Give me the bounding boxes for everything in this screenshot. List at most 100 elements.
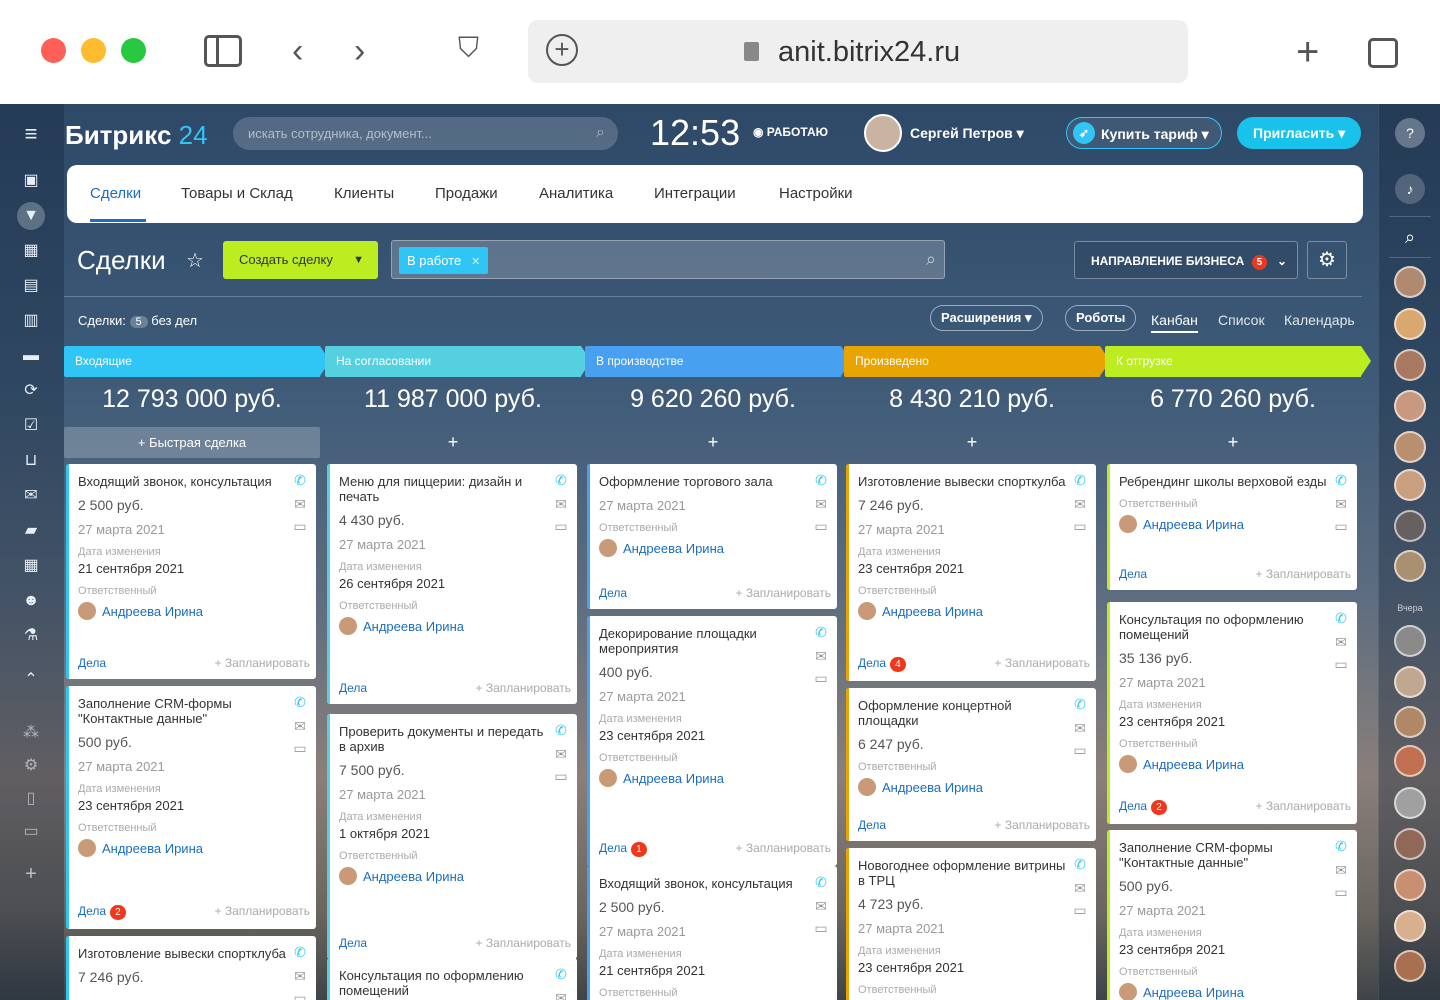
deal-title[interactable]: Входящий звонок, консультация xyxy=(599,876,809,891)
add-deal-button[interactable]: + xyxy=(844,427,1100,458)
app-logo[interactable]: Битрикс 24 xyxy=(65,120,208,151)
deal-title[interactable]: Проверить документы и передать в архив xyxy=(339,724,549,754)
sync-icon[interactable]: ⟳ xyxy=(17,377,45,405)
avatar[interactable] xyxy=(1394,787,1426,819)
responsible[interactable]: Андреева Ирина xyxy=(1119,515,1345,533)
mail-icon[interactable]: ✉ xyxy=(17,482,45,510)
deal-title[interactable]: Оформление торгового зала xyxy=(599,474,809,489)
phone-icon[interactable]: ✆ xyxy=(813,624,829,641)
robots-button[interactable]: Роботы xyxy=(1065,305,1137,331)
column-header[interactable]: Произведено xyxy=(844,346,1110,377)
phone-icon[interactable]: ✆ xyxy=(553,722,569,739)
phone-icon[interactable]: ✆ xyxy=(1333,610,1349,627)
chat-icon[interactable]: ▭ xyxy=(553,768,569,785)
plan-link[interactable]: + Запланировать xyxy=(1255,799,1351,813)
feed-icon[interactable]: ▣ xyxy=(17,167,45,195)
deals-link[interactable]: Дела xyxy=(339,681,367,695)
avatar[interactable] xyxy=(1394,869,1426,901)
chat-icon[interactable]: ▭ xyxy=(1072,518,1088,535)
crm-funnel-icon[interactable]: ▼ xyxy=(17,202,45,230)
tab-deals[interactable]: Сделки xyxy=(90,185,141,202)
plan-link[interactable]: + Запланировать xyxy=(994,656,1090,670)
mail-icon[interactable]: ✉ xyxy=(813,898,829,915)
avatar[interactable] xyxy=(1394,510,1426,542)
mail-icon[interactable]: ✉ xyxy=(1072,880,1088,897)
phone-icon[interactable]: ✆ xyxy=(292,472,308,489)
chat-icon[interactable]: ▭ xyxy=(1333,656,1349,673)
chat-icon[interactable]: ▭ xyxy=(1072,742,1088,759)
deal-title[interactable]: Новогоднее оформление витрины в ТРЦ xyxy=(858,858,1068,888)
deal-card[interactable]: Консультация по оформлению помещений 35 1… xyxy=(1107,602,1357,824)
deal-card[interactable]: Изготовление вывески спорткулба 7 246 руб… xyxy=(846,464,1096,681)
business-direction-button[interactable]: НАПРАВЛЕНИЕ БИЗНЕСА 5 ⌄ xyxy=(1074,241,1298,279)
mail-icon[interactable]: ✉ xyxy=(553,746,569,763)
deals-link[interactable]: Дела xyxy=(78,656,106,670)
sitemap-icon[interactable]: ⁂ xyxy=(17,719,45,747)
column-header[interactable]: Входящие xyxy=(64,346,330,377)
responsible[interactable]: Андреева Ирина xyxy=(599,769,825,787)
chat-icon[interactable]: ▰ xyxy=(17,517,45,545)
grid-icon[interactable]: ▦ xyxy=(17,237,45,265)
column-header[interactable]: На согласовании xyxy=(325,346,591,377)
search-icon[interactable]: ⌕ xyxy=(1395,222,1425,252)
add-deal-button[interactable]: + xyxy=(325,427,581,458)
inbox-icon[interactable]: ▬ xyxy=(17,342,45,370)
deal-title[interactable]: Консультация по оформлению помещений xyxy=(1119,612,1329,642)
deals-link[interactable]: Дела xyxy=(858,818,886,832)
chat-icon[interactable]: ▭ xyxy=(813,670,829,687)
deal-title[interactable]: Декорирование площадки мероприятия xyxy=(599,626,809,656)
avatar[interactable] xyxy=(1394,390,1426,422)
avatar[interactable] xyxy=(1394,666,1426,698)
add-deal-button[interactable]: + xyxy=(1105,427,1361,458)
deals-link[interactable]: Дела xyxy=(599,841,627,855)
tab-sales[interactable]: Продажи xyxy=(435,185,498,202)
avatar[interactable] xyxy=(1394,706,1426,738)
flask-icon[interactable]: ⚗ xyxy=(17,622,45,650)
plan-link[interactable]: + Запланировать xyxy=(475,936,571,950)
avatar[interactable] xyxy=(1394,910,1426,942)
avatar[interactable] xyxy=(1394,828,1426,860)
chat-icon[interactable]: ▭ xyxy=(292,740,308,757)
close-window-button[interactable] xyxy=(41,38,66,63)
tab-clients[interactable]: Клиенты xyxy=(334,185,394,202)
invite-button[interactable]: Пригласить ▾ xyxy=(1237,117,1362,149)
deal-card[interactable]: Входящий звонок, консультация 2 500 руб. 2… xyxy=(66,464,316,679)
phone-icon[interactable]: ✆ xyxy=(292,694,308,711)
mobile-icon[interactable]: ▯ xyxy=(17,785,45,813)
deal-title[interactable]: Ребрендинг школы верховой езды xyxy=(1119,474,1329,489)
chat-icon[interactable]: ▭ xyxy=(1072,902,1088,919)
phone-icon[interactable]: ✆ xyxy=(1072,856,1088,873)
create-deal-button[interactable]: Создать сделку ▼ xyxy=(223,241,378,279)
deal-card[interactable]: Заполнение CRM-формы "Контактные данные"… xyxy=(1107,830,1357,1000)
mail-icon[interactable]: ✉ xyxy=(1072,720,1088,737)
maximize-window-button[interactable] xyxy=(121,38,146,63)
responsible[interactable]: Андреева Ирина xyxy=(858,778,1084,796)
tab-integrations[interactable]: Интеграции xyxy=(654,185,736,202)
phone-icon[interactable]: ✆ xyxy=(1072,472,1088,489)
deals-link[interactable]: Дела xyxy=(599,586,627,600)
view-list[interactable]: Список xyxy=(1218,312,1265,328)
bell-icon[interactable]: ♪ xyxy=(1395,174,1425,204)
plan-link[interactable]: + Запланировать xyxy=(214,904,310,918)
mail-icon[interactable]: ✉ xyxy=(813,648,829,665)
forward-icon[interactable]: › xyxy=(354,34,365,68)
responsible[interactable]: Андреева Ирина xyxy=(858,602,1084,620)
mail-icon[interactable]: ✉ xyxy=(813,496,829,513)
collapse-icon[interactable]: ⌃ xyxy=(17,666,45,694)
chat-icon[interactable]: ▭ xyxy=(292,518,308,535)
phone-icon[interactable]: ✆ xyxy=(553,472,569,489)
plan-link[interactable]: + Запланировать xyxy=(1255,567,1351,581)
column-header[interactable]: К отгрузке xyxy=(1105,346,1371,377)
deal-card[interactable]: Новогоднее оформление витрины в ТРЦ 4 723… xyxy=(846,848,1096,1000)
star-icon[interactable]: ☆ xyxy=(186,248,204,273)
deal-card[interactable]: Декорирование площадки мероприятия 400 ру… xyxy=(587,616,837,866)
avatar[interactable] xyxy=(1394,550,1426,582)
back-icon[interactable]: ‹ xyxy=(292,34,303,68)
deal-title[interactable]: Заполнение CRM-формы "Контактные данные" xyxy=(1119,840,1329,870)
mail-icon[interactable]: ✉ xyxy=(1072,496,1088,513)
deal-title[interactable]: Меню для пиццерии: дизайн и печать xyxy=(339,474,549,504)
chat-icon[interactable]: ▭ xyxy=(1333,884,1349,901)
responsible[interactable]: Андреева Ирина xyxy=(1119,983,1345,1000)
deals-link[interactable]: Дела xyxy=(339,936,367,950)
help-icon[interactable]: ? xyxy=(1395,118,1425,148)
